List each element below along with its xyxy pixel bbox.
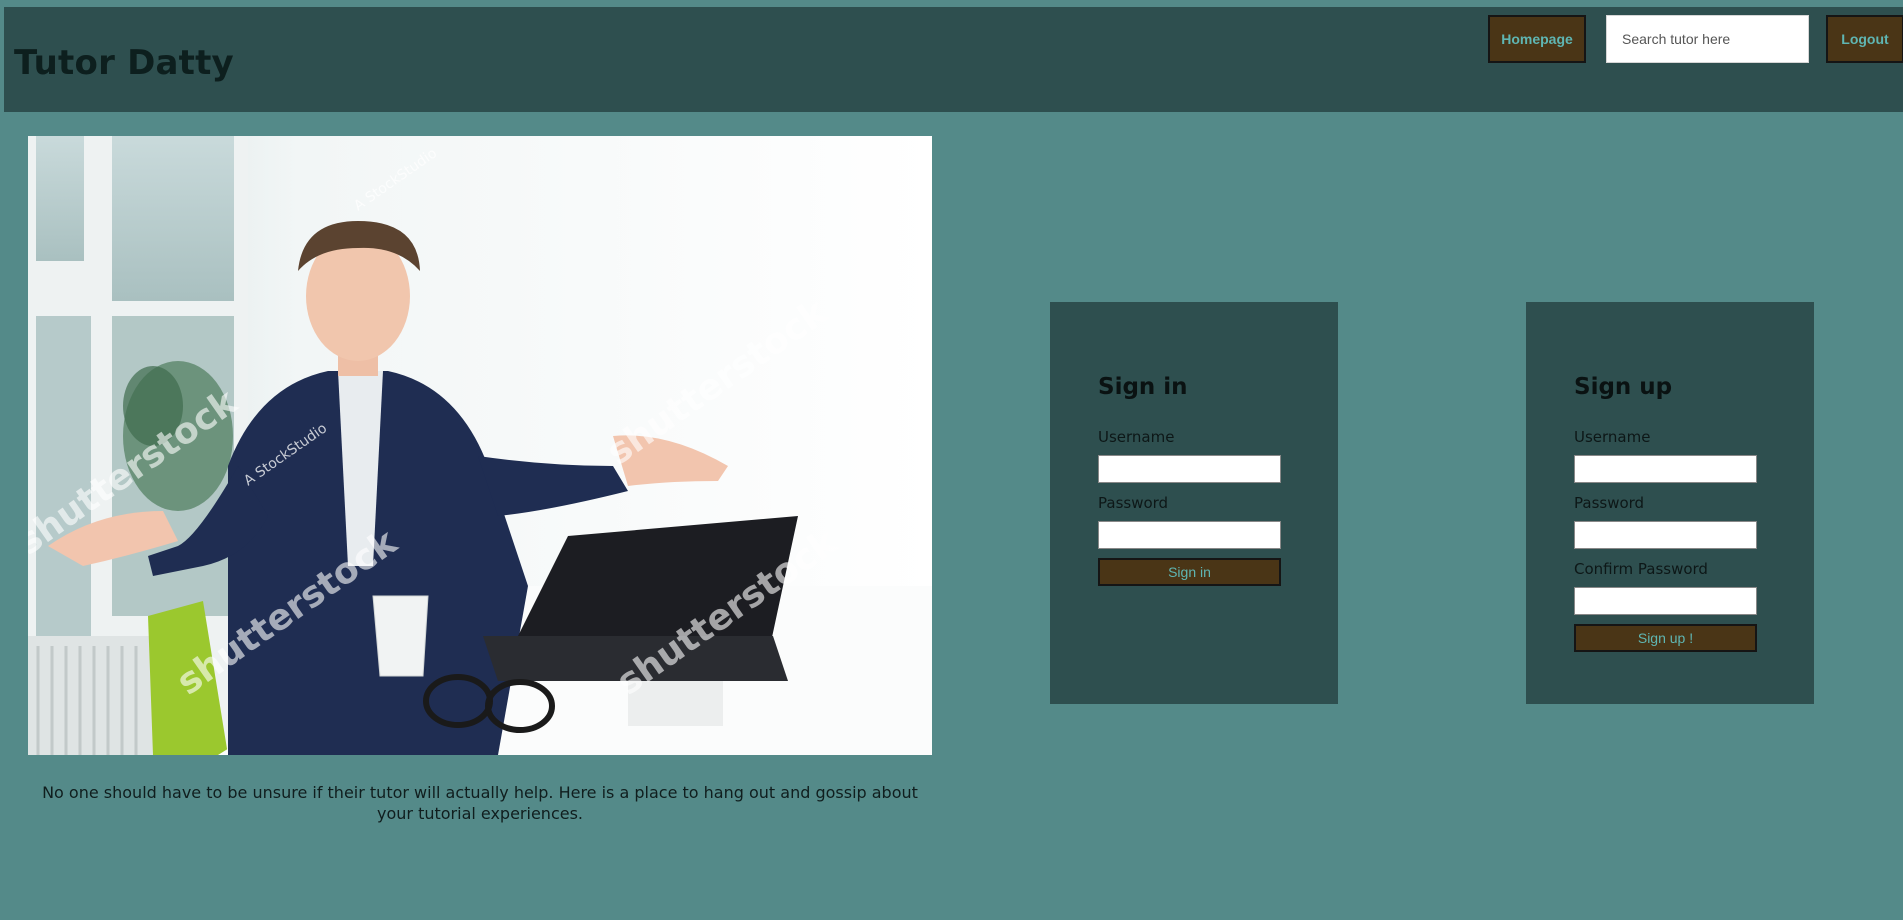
hero-caption: No one should have to be unsure if their…	[42, 783, 918, 823]
signup-username-field[interactable]	[1574, 455, 1757, 483]
signup-confirm-password-label: Confirm Password	[1574, 560, 1708, 578]
search-input[interactable]	[1606, 15, 1809, 63]
signin-card: Sign in Username Password Sign in	[1050, 302, 1338, 704]
signup-password-label: Password	[1574, 494, 1645, 512]
signup-confirm-password-field[interactable]	[1574, 587, 1757, 615]
top-header: Tutor Datty Homepage Logout	[4, 7, 1903, 112]
signup-password-field[interactable]	[1574, 521, 1757, 549]
signup-card: Sign up Username Password Confirm Passwo…	[1526, 302, 1814, 704]
hero-image: shutterstock shutterstock shutterstock s…	[28, 136, 932, 755]
signin-title: Sign in	[1098, 374, 1188, 400]
page: Tutor Datty Homepage Logout	[0, 0, 1903, 920]
signin-username-field[interactable]	[1098, 455, 1281, 483]
signup-title: Sign up	[1574, 374, 1673, 400]
signup-button[interactable]: Sign up !	[1574, 624, 1757, 652]
homepage-button[interactable]: Homepage	[1488, 15, 1586, 63]
signin-username-label: Username	[1098, 428, 1175, 446]
logout-button[interactable]: Logout	[1826, 15, 1903, 63]
signin-password-label: Password	[1098, 494, 1169, 512]
signin-button[interactable]: Sign in	[1098, 558, 1281, 586]
signup-username-label: Username	[1574, 428, 1651, 446]
site-title: Tutor Datty	[14, 43, 234, 83]
signin-password-field[interactable]	[1098, 521, 1281, 549]
